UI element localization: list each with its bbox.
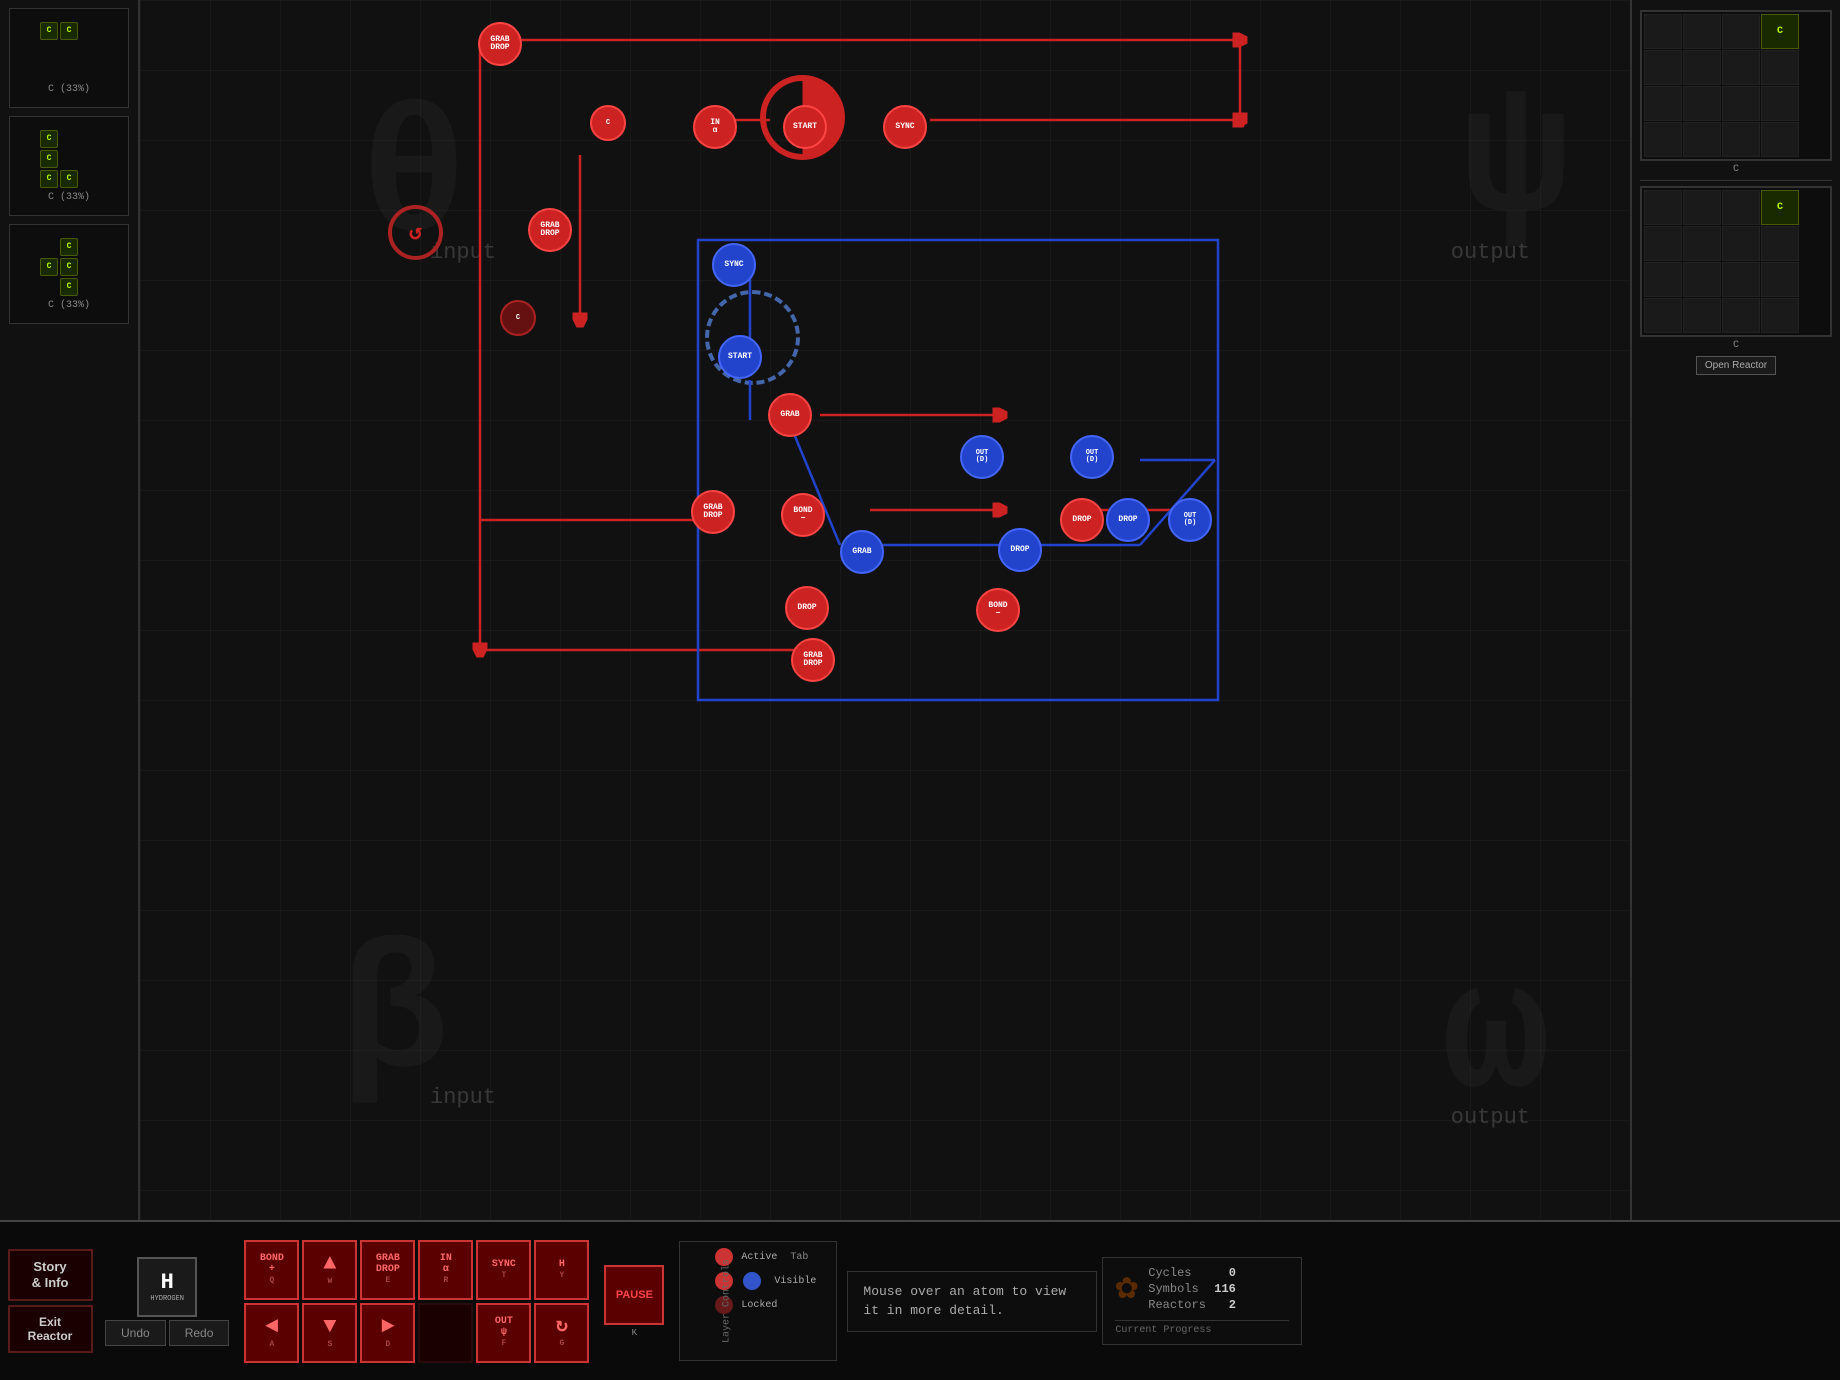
atom: C <box>60 278 78 296</box>
redo-button[interactable]: Redo <box>169 1320 230 1346</box>
node-bond-minus-2[interactable]: BOND− <box>976 588 1020 632</box>
atom: C <box>60 258 78 276</box>
layer-controls-panel: Layer Controls Active Tab Visible Locked <box>679 1241 837 1361</box>
left-panel: C C C (33%) C C C C C (33%) C <box>0 0 140 1220</box>
node-bond-minus-1[interactable]: BOND− <box>781 493 825 537</box>
node-grab-drop-2[interactable]: GRABDROP <box>528 208 572 252</box>
atom: C <box>40 150 58 168</box>
btn-arrow-down[interactable]: ▼ S <box>302 1303 357 1363</box>
btn-h[interactable]: H Y <box>534 1240 589 1300</box>
reactor-2-label: C <box>1640 340 1832 351</box>
symbols-label: Symbols <box>1148 1282 1198 1296</box>
connector-lines <box>140 0 1630 1220</box>
undo-button[interactable]: Undo <box>105 1320 166 1346</box>
cycles-label: Cycles <box>1148 1266 1191 1280</box>
node-start-blue[interactable]: START <box>718 335 762 379</box>
btn-arrow-up[interactable]: ▲ W <box>302 1240 357 1300</box>
atom: C <box>60 22 78 40</box>
btn-arrow-right[interactable]: ► D <box>360 1303 415 1363</box>
layer-visible-label: Visible <box>774 1276 816 1287</box>
btn-rotate[interactable]: ↻ G <box>534 1303 589 1363</box>
node-c-dark[interactable]: C <box>500 300 536 336</box>
btn-empty <box>418 1303 473 1363</box>
node-start-red[interactable]: START <box>783 105 827 149</box>
layer-dot-visible-blue <box>743 1272 761 1290</box>
node-drop-blue-2[interactable]: DROP <box>1106 498 1150 542</box>
layer-locked-label: Locked <box>741 1300 777 1311</box>
node-drop-red-1[interactable]: DROP <box>785 586 829 630</box>
node-drop-blue-1[interactable]: DROP <box>998 528 1042 572</box>
btn-bond-plus[interactable]: BOND+ Q <box>244 1240 299 1300</box>
layer-tab-label: Tab <box>790 1252 808 1263</box>
node-grab-blue[interactable]: GRAB <box>840 530 884 574</box>
node-out-d-2[interactable]: OUT(D) <box>1070 435 1114 479</box>
node-in-alpha[interactable]: INα <box>693 105 737 149</box>
pause-button[interactable]: PAUSE <box>604 1265 664 1325</box>
output-label-bottom: output <box>1451 1105 1530 1130</box>
reactor-1-label: C <box>1640 164 1832 175</box>
node-out-d-3[interactable]: OUT(D) <box>1168 498 1212 542</box>
reactor-preview-2: C C <box>1640 180 1832 351</box>
info-panel: Mouse over an atom to view it in more de… <box>847 1271 1097 1332</box>
btn-in-alpha[interactable]: INα R <box>418 1240 473 1300</box>
molecule-label-1: C (33%) <box>48 84 90 95</box>
story-info-button[interactable]: Story& Info <box>8 1249 93 1300</box>
atom: C <box>40 22 58 40</box>
layer-active-label: Active <box>741 1252 777 1263</box>
btn-out-psi[interactable]: OUTψ F <box>476 1303 531 1363</box>
molecule-label-2: C (33%) <box>48 192 90 203</box>
game-canvas[interactable]: θ ψ β ω input output input output <box>140 0 1630 1220</box>
molecule-display-3: C C C C C (33%) <box>9 224 129 324</box>
btn-grab-drop[interactable]: GRABDROP E <box>360 1240 415 1300</box>
node-drop-red-2[interactable]: DROP <box>1060 498 1104 542</box>
element-symbol: H <box>161 1270 174 1295</box>
pause-shortcut: K <box>632 1328 637 1338</box>
node-sync-red[interactable]: SYNC <box>883 105 927 149</box>
stats-panel: ✿ Cycles 0 Symbols 116 Reactors 2 Curren… <box>1102 1257 1302 1345</box>
right-panel: C C C <box>1630 0 1840 1220</box>
node-sync-blue[interactable]: SYNC <box>712 243 756 287</box>
node-c-1[interactable]: C <box>590 105 626 141</box>
molecule-display-1: C C C (33%) <box>9 8 129 108</box>
reactors-label: Reactors <box>1148 1298 1206 1312</box>
reactor-preview-1: C C <box>1640 10 1832 175</box>
symbols-value: 116 <box>1206 1282 1236 1296</box>
atom: C <box>40 258 58 276</box>
rotate-red-left: ↺ <box>388 205 443 260</box>
atom: C <box>40 130 58 148</box>
atom: C <box>60 238 78 256</box>
node-grab-drop-1[interactable]: GRABDROP <box>478 22 522 66</box>
input-label-bottom: input <box>430 1085 496 1110</box>
info-text: Mouse over an atom to view it in more de… <box>863 1284 1066 1319</box>
bottom-toolbar: Story& Info ExitReactor H HYDROGEN Undo … <box>0 1220 1840 1380</box>
molecule-display-2: C C C C C (33%) <box>9 116 129 216</box>
atom: C <box>60 170 78 188</box>
stats-flower-icon: ✿ <box>1115 1270 1138 1308</box>
reactors-value: 2 <box>1206 1298 1236 1312</box>
atom: C <box>40 170 58 188</box>
output-label-top: output <box>1451 240 1530 265</box>
cycles-value: 0 <box>1206 1266 1236 1280</box>
molecule-label-3: C (33%) <box>48 300 90 311</box>
watermark-psi: ψ <box>1462 60 1570 264</box>
exit-reactor-button[interactable]: ExitReactor <box>8 1305 93 1353</box>
node-grab-red[interactable]: GRAB <box>768 393 812 437</box>
layer-controls-title: Layer Controls <box>722 1259 733 1343</box>
story-info-section: Story& Info ExitReactor <box>5 1249 95 1352</box>
node-out-d-1[interactable]: OUT(D) <box>960 435 1004 479</box>
node-grab-drop-3[interactable]: GRABDROP <box>691 490 735 534</box>
open-reactor-button[interactable]: Open Reactor <box>1696 356 1776 375</box>
current-progress-label: Current Progress <box>1115 1320 1289 1336</box>
btn-arrow-left[interactable]: ◄ A <box>244 1303 299 1363</box>
node-grab-drop-4[interactable]: GRABDROP <box>791 638 835 682</box>
btn-sync[interactable]: SYNC T <box>476 1240 531 1300</box>
element-display: H HYDROGEN <box>137 1257 197 1317</box>
element-name: HYDROGEN <box>150 1295 184 1303</box>
